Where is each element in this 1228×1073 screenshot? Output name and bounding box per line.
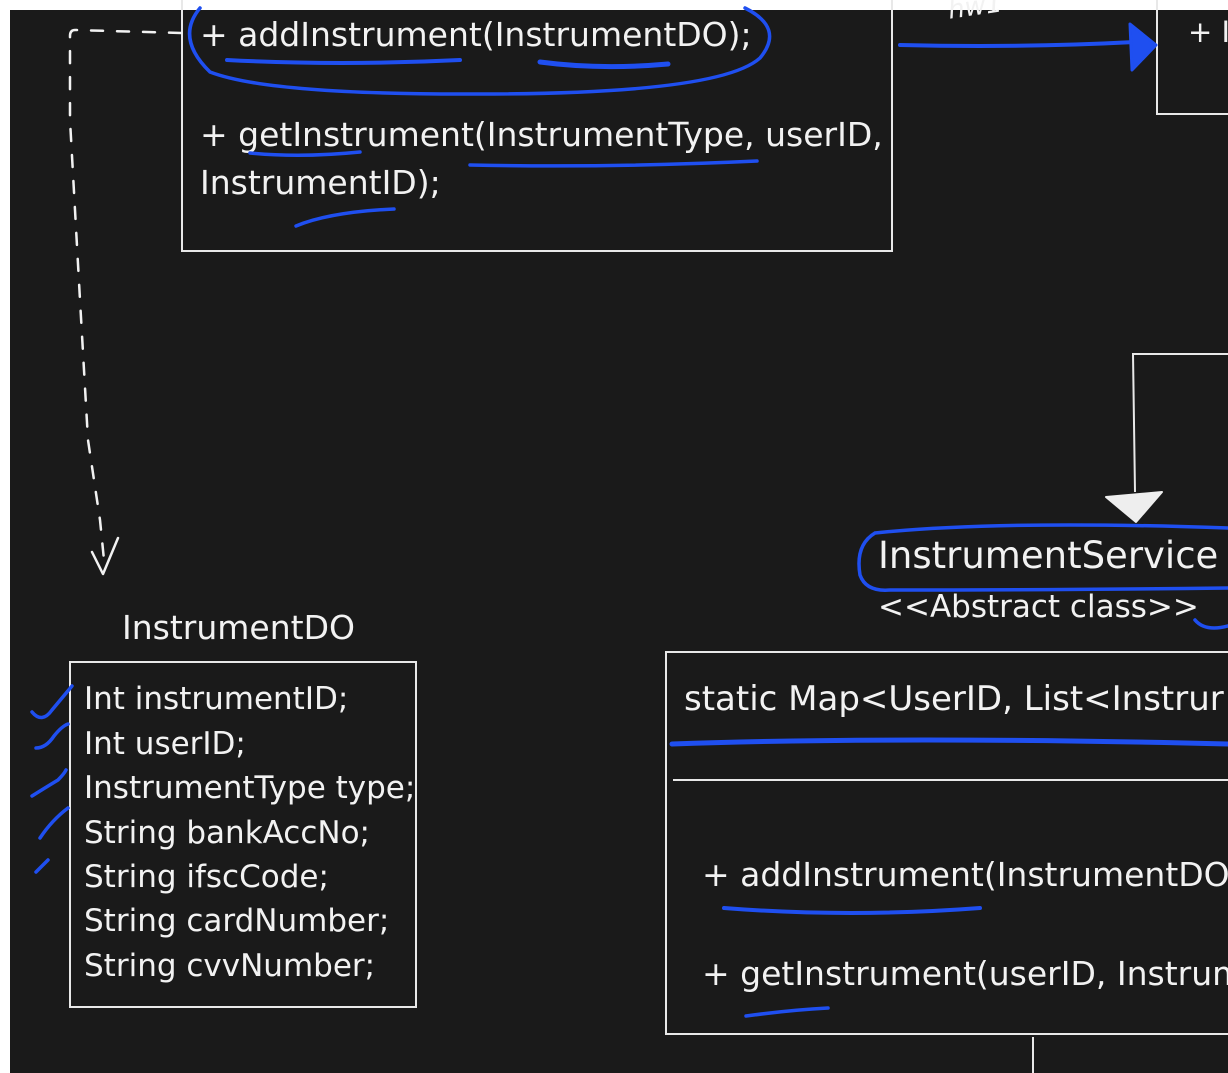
instrument-do-field: Int userID; bbox=[84, 726, 246, 762]
instrument-do-field: String cardNumber; bbox=[84, 903, 390, 939]
right-class-method-fragment: + I bbox=[1188, 15, 1228, 49]
instrument-do-field: Int instrumentID; bbox=[84, 681, 349, 717]
instrument-do-field: String ifscCode; bbox=[84, 859, 329, 895]
top-get-instrument-method-line1: + getInstrument(InstrumentType, userID, bbox=[200, 115, 883, 154]
top-get-instrument-method-line2: InstrumentID); bbox=[200, 163, 441, 202]
instrument-service-add-method: + addInstrument(InstrumentDO); bbox=[702, 855, 1228, 894]
instrument-do-field: String bankAccNo; bbox=[84, 815, 370, 851]
top-add-instrument-method: + addInstrument(InstrumentDO); bbox=[200, 15, 752, 54]
instrument-service-attribute: static Map<UserID, List<Instrur bbox=[684, 679, 1224, 719]
instrument-service-title: InstrumentService bbox=[878, 534, 1219, 577]
instrument-do-title: InstrumentDO bbox=[122, 608, 355, 647]
instrument-do-field: String cvvNumber; bbox=[84, 948, 376, 984]
instrument-do-field: InstrumentType type; bbox=[84, 770, 416, 806]
instrument-service-stereotype: <<Abstract class>> bbox=[878, 589, 1199, 625]
instrument-service-get-method: + getInstrument(userID, Instrume bbox=[702, 954, 1228, 993]
